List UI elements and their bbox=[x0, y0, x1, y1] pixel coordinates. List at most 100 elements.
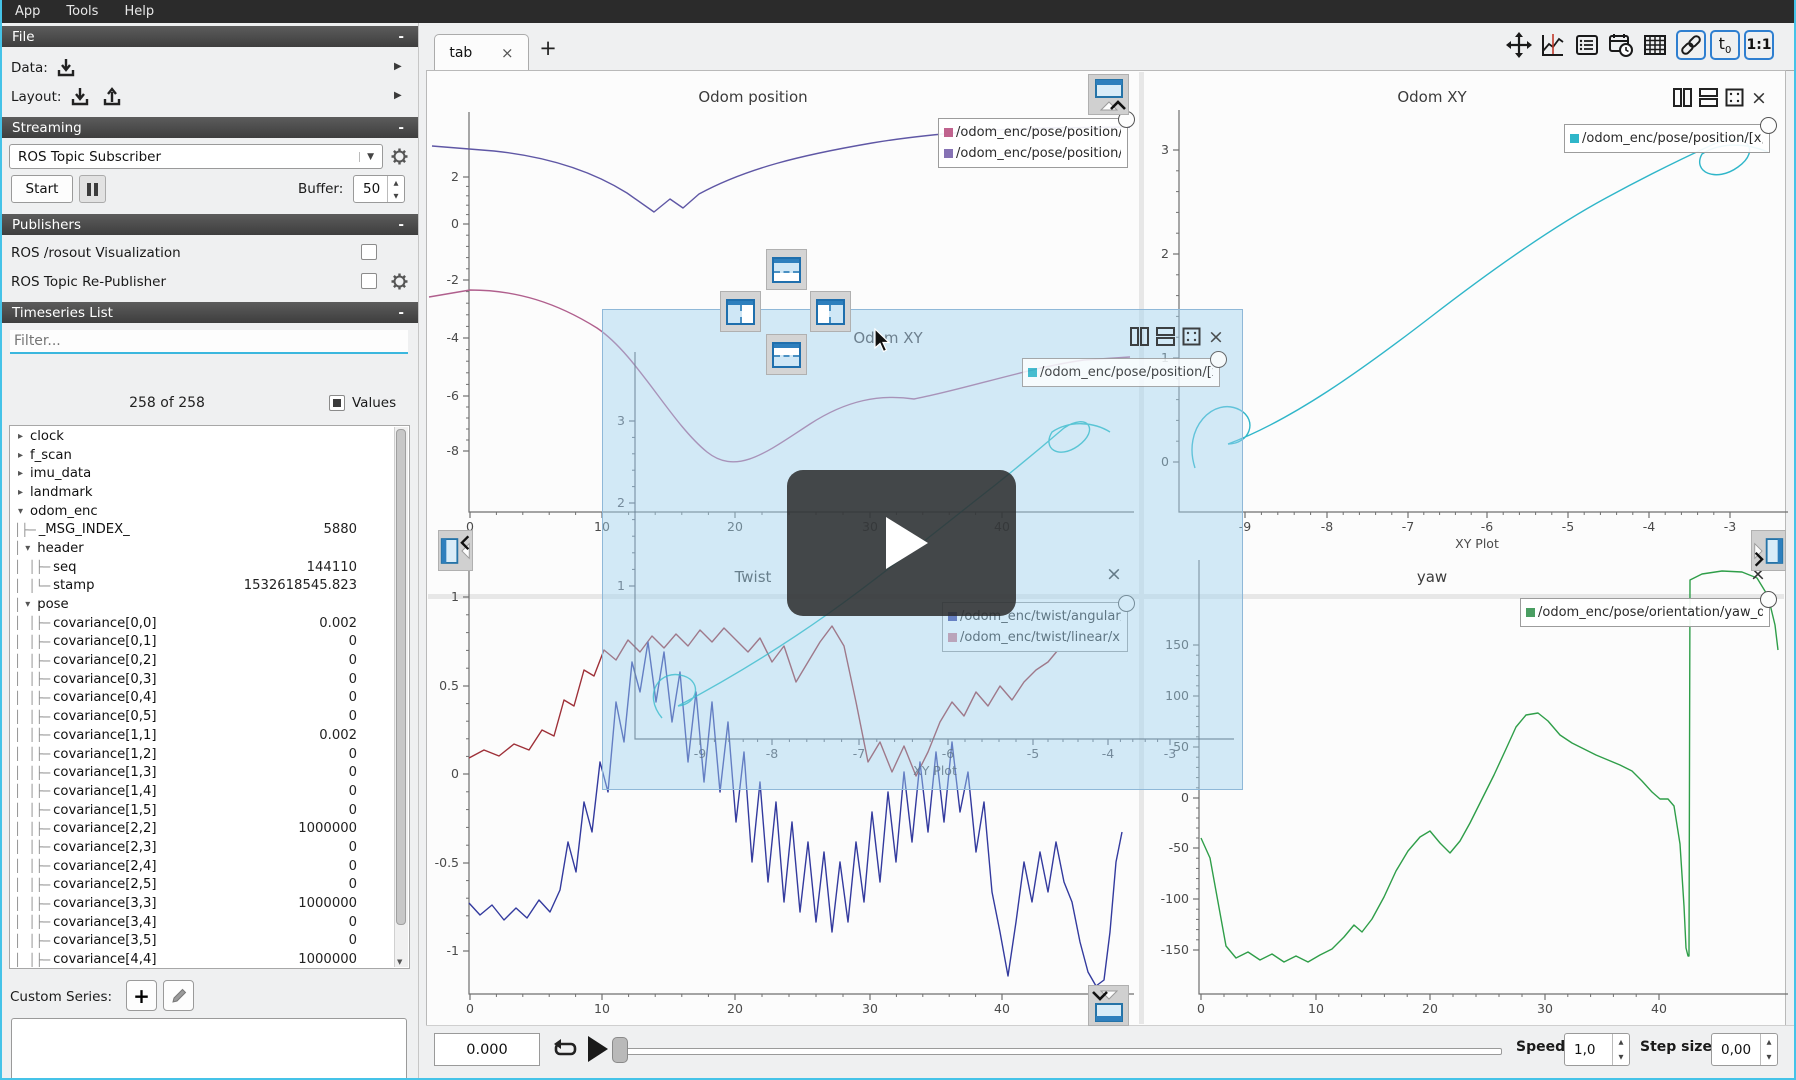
data-submenu-arrow[interactable]: ▶ bbox=[394, 61, 402, 72]
plot-legend-yaw[interactable]: /odom_enc/pose/orientation/yaw_deg bbox=[1520, 598, 1770, 627]
tree-row[interactable]: ▸clock bbox=[14, 427, 409, 446]
collapse-icon[interactable]: - bbox=[398, 29, 404, 45]
tree-row[interactable]: │ │└─stamp1532618545.823 bbox=[14, 577, 409, 596]
dock-top-button[interactable] bbox=[766, 249, 807, 290]
legend-drag-handle[interactable] bbox=[1760, 117, 1777, 134]
tree-row[interactable]: │ │├─covariance[2,5]0 bbox=[14, 876, 409, 895]
tree-expand-icon[interactable]: ▸ bbox=[14, 468, 27, 479]
tree-row[interactable]: ▸imu_data bbox=[14, 464, 409, 483]
collapse-icon[interactable]: - bbox=[398, 120, 404, 136]
tree-row[interactable]: ▸f_scan bbox=[14, 446, 409, 465]
split-horizontal-icon[interactable] bbox=[1673, 88, 1692, 107]
tree-row[interactable]: │ │├─covariance[2,2]1000000 bbox=[14, 819, 409, 838]
tree-row[interactable]: │ │├─covariance[2,3]0 bbox=[14, 838, 409, 857]
tab-main[interactable]: tab × bbox=[434, 34, 529, 71]
add-custom-series-button[interactable]: + bbox=[126, 980, 157, 1011]
split-horizontal-icon[interactable] bbox=[1130, 327, 1149, 346]
plot-legend-odom-xy[interactable]: /odom_enc/pose/position/[x;y] bbox=[1564, 124, 1770, 153]
time-slider-handle[interactable] bbox=[612, 1037, 628, 1063]
menu-tools[interactable]: Tools bbox=[53, 2, 111, 21]
plot-legend-ghost-odom-xy[interactable]: /odom_enc/pose/position/[x;y] bbox=[1022, 358, 1220, 387]
tree-scrollbar-thumb[interactable] bbox=[396, 429, 406, 925]
loop-icon[interactable] bbox=[552, 1036, 580, 1064]
tree-row[interactable]: │ │├─seq144110 bbox=[14, 558, 409, 577]
tree-collapse-icon[interactable]: ▾ bbox=[21, 599, 34, 610]
tree-row[interactable]: │ │├─covariance[1,5]0 bbox=[14, 801, 409, 820]
legend-entry[interactable]: /odom_enc/pose/position/[x;y] bbox=[1028, 362, 1213, 383]
values-checkbox[interactable] bbox=[329, 395, 345, 411]
tree-row[interactable]: │ │├─covariance[3,4]0 bbox=[14, 913, 409, 932]
dock-edge-up-button[interactable] bbox=[1088, 74, 1129, 115]
tree-row[interactable]: │ │├─covariance[1,1]0.002 bbox=[14, 726, 409, 745]
legend-drag-handle[interactable] bbox=[1210, 351, 1227, 368]
spinner-arrows[interactable]: ▲▼ bbox=[1760, 1034, 1777, 1065]
tree-scrollbar[interactable]: ▼ bbox=[394, 427, 408, 967]
load-layout-icon[interactable] bbox=[68, 85, 92, 109]
tree-row[interactable]: │ │├─covariance[1,2]0 bbox=[14, 745, 409, 764]
maximize-icon[interactable] bbox=[1725, 88, 1744, 107]
publisher-republisher-checkbox[interactable] bbox=[361, 273, 377, 289]
tree-row[interactable]: │ │├─covariance[1,4]0 bbox=[14, 782, 409, 801]
time-slider[interactable] bbox=[615, 1048, 1502, 1055]
buffer-spinner[interactable]: 50 ▲▼ bbox=[353, 175, 405, 203]
menu-help[interactable]: Help bbox=[111, 2, 167, 21]
tree-collapse-icon[interactable]: ▾ bbox=[14, 506, 27, 517]
tree-row[interactable]: │ │├─covariance[0,2]0 bbox=[14, 651, 409, 670]
play-button[interactable] bbox=[586, 1035, 610, 1063]
add-tab-button[interactable]: + bbox=[535, 35, 561, 61]
video-play-button[interactable] bbox=[787, 470, 1016, 616]
tree-row[interactable]: │ │├─covariance[4,4]1000000 bbox=[14, 950, 409, 969]
tree-row[interactable]: │▾header bbox=[14, 539, 409, 558]
tree-row[interactable]: │ │├─covariance[3,5]0 bbox=[14, 932, 409, 951]
layout-submenu-arrow[interactable]: ▶ bbox=[394, 90, 402, 101]
publishers-section-header[interactable]: Publishers - bbox=[2, 214, 418, 235]
move-tool-icon[interactable] bbox=[1504, 30, 1534, 60]
tree-row[interactable]: │ │├─covariance[0,4]0 bbox=[14, 689, 409, 708]
scroll-down-arrow[interactable]: ▼ bbox=[397, 958, 402, 966]
tree-row[interactable]: │ │├─covariance[0,5]0 bbox=[14, 707, 409, 726]
tree-row[interactable]: │ │├─covariance[0,0]0.002 bbox=[14, 614, 409, 633]
tree-expand-icon[interactable]: ▸ bbox=[14, 431, 27, 442]
legend-entry[interactable]: /odom_enc/pose/position/y bbox=[944, 143, 1121, 164]
curve-tracker-icon[interactable] bbox=[1538, 30, 1568, 60]
dock-bottom-button[interactable] bbox=[766, 334, 807, 375]
current-time-field[interactable]: 0.000 bbox=[434, 1033, 540, 1066]
tree-expand-icon[interactable]: ▸ bbox=[14, 450, 27, 461]
tab-close-icon[interactable]: × bbox=[501, 44, 514, 62]
split-vertical-icon[interactable] bbox=[1699, 88, 1718, 107]
edit-custom-series-button[interactable] bbox=[163, 980, 194, 1011]
split-vertical-icon[interactable] bbox=[1156, 327, 1175, 346]
tree-expand-icon[interactable]: ▸ bbox=[14, 487, 27, 498]
grid-layout-icon[interactable] bbox=[1640, 30, 1670, 60]
spinner-arrows[interactable]: ▲▼ bbox=[387, 176, 404, 202]
tree-row[interactable]: │▾pose bbox=[14, 595, 409, 614]
legend-entry[interactable]: /odom_enc/pose/position/[x;y] bbox=[1570, 128, 1763, 149]
custom-series-list[interactable] bbox=[11, 1018, 407, 1080]
tree-row[interactable]: ▾odom_enc bbox=[14, 502, 409, 521]
tree-row[interactable]: │ │├─covariance[3,3]1000000 bbox=[14, 894, 409, 913]
collapse-icon[interactable]: - bbox=[398, 305, 404, 321]
dock-edge-left-button[interactable] bbox=[438, 530, 473, 571]
timeseries-section-header[interactable]: Timeseries List - bbox=[2, 302, 418, 323]
load-data-icon[interactable] bbox=[54, 56, 78, 80]
tree-row[interactable]: │ │├─covariance[1,3]0 bbox=[14, 763, 409, 782]
start-button[interactable]: Start bbox=[11, 175, 73, 203]
dock-edge-down-button[interactable] bbox=[1088, 985, 1129, 1026]
step-size-spinner[interactable]: 0,00 ▲▼ bbox=[1711, 1033, 1778, 1066]
tree-row[interactable]: │ │├─covariance[0,3]0 bbox=[14, 670, 409, 689]
file-section-header[interactable]: File - bbox=[2, 26, 418, 47]
datetime-icon[interactable] bbox=[1606, 30, 1636, 60]
streaming-source-select[interactable]: ROS Topic Subscriber ▼ bbox=[9, 144, 383, 169]
close-plot-button[interactable]: × bbox=[1208, 330, 1224, 344]
tree-row[interactable]: │ │├─covariance[0,1]0 bbox=[14, 633, 409, 652]
tree-row[interactable]: │ │├─covariance[2,4]0 bbox=[14, 857, 409, 876]
pause-button[interactable] bbox=[79, 175, 106, 203]
publisher-rosout-checkbox[interactable] bbox=[361, 244, 377, 260]
tree-collapse-icon[interactable]: ▾ bbox=[21, 543, 34, 554]
legend-entry[interactable]: /odom_enc/pose/position/x bbox=[944, 122, 1121, 143]
legend-toggle-icon[interactable] bbox=[1572, 30, 1602, 60]
collapse-icon[interactable]: - bbox=[398, 217, 404, 233]
streaming-gear-icon[interactable] bbox=[390, 147, 409, 166]
menu-app[interactable]: App bbox=[2, 2, 53, 21]
link-ranges-icon[interactable] bbox=[1676, 30, 1706, 60]
